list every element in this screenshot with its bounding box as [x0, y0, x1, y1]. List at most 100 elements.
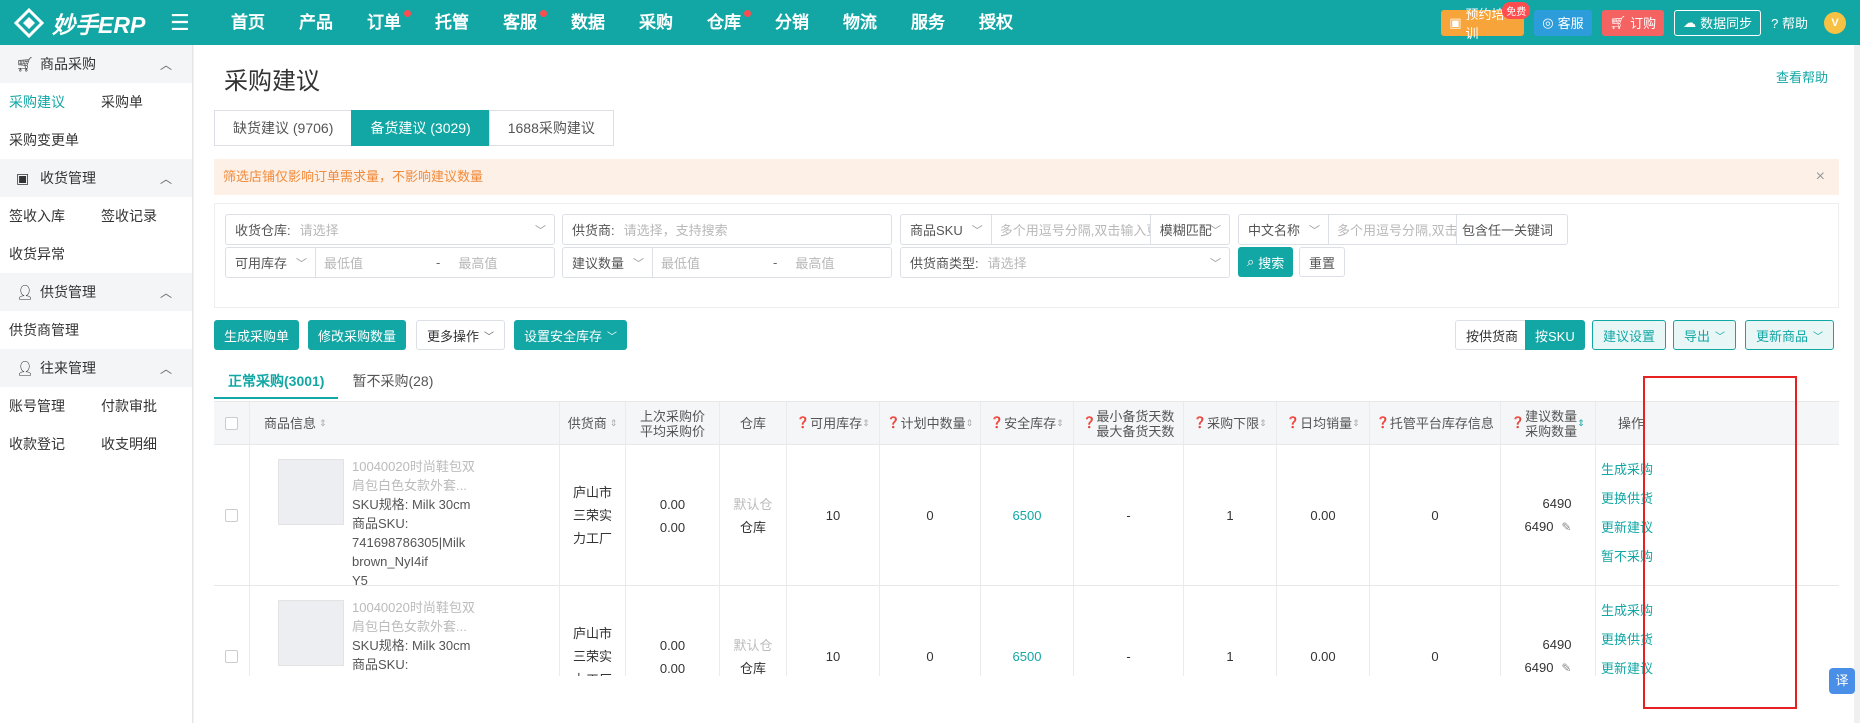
by-supplier-toggle[interactable]: 按供货商	[1455, 320, 1530, 350]
th-hosted-stock[interactable]: ❓ 托管平台库存信息	[1370, 402, 1501, 445]
sync-label: 数据同步	[1700, 16, 1753, 31]
nav-item-9[interactable]: 物流	[830, 0, 898, 45]
edit-icon[interactable]: ✎	[1561, 661, 1571, 675]
th-product[interactable]: 商品信息 ⇕	[250, 402, 560, 445]
warehouse-name: 默认仓	[733, 496, 773, 512]
search-button[interactable]: ⌕ 搜索	[1238, 247, 1294, 277]
nav-item-3[interactable]: 托管	[422, 0, 490, 45]
stock-min-input[interactable]: 最低值	[316, 253, 436, 272]
stock-max-input[interactable]: 最高值	[458, 253, 497, 272]
th-days[interactable]: ❓ 最小备货天数 最大备货天数	[1074, 402, 1184, 445]
sidebar-item[interactable]: 付款审批	[92, 396, 184, 416]
select-all-checkbox[interactable]	[225, 417, 238, 430]
sku-filter[interactable]: 商品SKU ﹀ 多个用逗号分隔,双击输入更多 模糊匹配 ﹀	[900, 214, 1230, 245]
sidebar-group-1[interactable]: ▣ 收货管理 ︿	[0, 159, 192, 197]
close-icon[interactable]: ×	[1816, 159, 1825, 195]
tab-skip-purchase[interactable]: 暂不采购(28)	[338, 363, 447, 399]
sidebar-item[interactable]: 采购单	[92, 92, 184, 112]
supplier-select[interactable]: 供货商: 请选择，支持搜索	[562, 214, 892, 245]
suggest-settings-button[interactable]: 建议设置	[1592, 320, 1667, 350]
sidebar-item[interactable]: 采购建议	[0, 92, 92, 112]
th-suggest[interactable]: ❓ 建议数量 采购数量 ⇕	[1501, 402, 1596, 445]
suggest-range-filter[interactable]: 建议数量 ﹀ 最低值 - 最高值	[562, 247, 892, 278]
sidebar-item[interactable]: 签收入库	[0, 206, 92, 226]
sidebar-item[interactable]: 签收记录	[92, 206, 184, 226]
nav-item-6[interactable]: 采购	[626, 0, 694, 45]
modify-qty-button[interactable]: 修改采购数量	[308, 320, 407, 350]
sidebar-group-0[interactable]: 🛒︎ 商品采购 ︿	[0, 45, 192, 83]
training-button[interactable]: ▣ 预约培训 免费	[1441, 1, 1531, 41]
product-title[interactable]: 10040020时尚鞋包双	[352, 457, 522, 476]
th-planned[interactable]: ❓ 计划中数量 ⇕	[880, 402, 981, 445]
nav-item-11[interactable]: 授权	[966, 0, 1034, 45]
view-help-link[interactable]: 查看帮助	[1776, 67, 1828, 86]
safety-stock-link[interactable]: 6500	[981, 586, 1074, 676]
name-type-select[interactable]: 中文名称	[1239, 220, 1309, 239]
subscribe-button[interactable]: 🛒︎ 订购	[1601, 9, 1665, 36]
sku-type-select[interactable]: 商品SKU	[901, 220, 972, 239]
nav-item-10[interactable]: 服务	[898, 0, 966, 45]
reset-button[interactable]: 重置	[1299, 247, 1346, 277]
keyword-select[interactable]: 包含任一关键词	[1457, 220, 1558, 239]
suggest-select[interactable]: 建议数量	[563, 253, 633, 272]
nav-item-2[interactable]: 订单	[354, 0, 422, 45]
th-safety[interactable]: ❓ 安全库存 ⇕	[981, 402, 1074, 445]
product-thumbnail[interactable]	[278, 459, 344, 525]
th-supplier[interactable]: 供货商 ⇕	[560, 402, 626, 445]
export-dropdown[interactable]: 导出 ﹀	[1673, 320, 1737, 350]
nav-item-0[interactable]: 首页	[218, 0, 286, 45]
vertical-scrollbar[interactable]	[1854, 45, 1860, 723]
tab-normal-purchase[interactable]: 正常采购(3001)	[214, 363, 339, 399]
avatar[interactable]: V	[1824, 11, 1846, 34]
update-goods-dropdown[interactable]: 更新商品 ﹀	[1745, 320, 1835, 350]
edit-icon[interactable]: ✎	[1561, 520, 1571, 534]
sidebar-item[interactable]: 收支明细	[92, 434, 184, 454]
nav-item-7[interactable]: 仓库	[694, 0, 762, 45]
suggest-max-input[interactable]: 最高值	[795, 253, 834, 272]
sidebar-item[interactable]: 供货商管理	[0, 320, 92, 340]
sidebar-item[interactable]: 采购变更单	[0, 130, 92, 150]
translate-button[interactable]: 译	[1829, 668, 1855, 694]
tab-1688[interactable]: 1688采购建议	[488, 110, 614, 146]
supplier-type-select[interactable]: 供货商类型: 请选择 ﹀	[900, 247, 1230, 278]
product-title[interactable]: 10040020时尚鞋包双	[352, 598, 522, 617]
product-thumbnail[interactable]	[278, 600, 344, 666]
nav-item-5[interactable]: 数据	[558, 0, 626, 45]
name-filter[interactable]: 中文名称 ﹀ 多个用逗号分隔,双击输入 包含任一关键词	[1238, 214, 1568, 245]
row-checkbox[interactable]	[225, 650, 238, 663]
sku-spec-label: SKU规格:	[352, 497, 409, 512]
tab-shortage[interactable]: 缺货建议 (9706)	[214, 110, 353, 146]
warehouse-select[interactable]: 收货仓库: 请选择 ﹀	[225, 214, 555, 245]
menu-toggle-icon[interactable]: ☰	[170, 10, 198, 36]
logo-icon	[14, 7, 44, 38]
th-lower-limit[interactable]: ❓ 采购下限 ⇕	[1184, 402, 1277, 445]
suggest-min-input[interactable]: 最低值	[653, 253, 773, 272]
th-daily-sales[interactable]: ❓ 日均销量 ⇕	[1277, 402, 1370, 445]
create-po-button[interactable]: 生成采购单	[214, 320, 300, 350]
sidebar-item[interactable]: 账号管理	[0, 396, 92, 416]
sort-icon: ⇕	[609, 418, 618, 428]
stock-select[interactable]: 可用库存	[226, 253, 296, 272]
nav-item-8[interactable]: 分销	[762, 0, 830, 45]
more-actions-dropdown[interactable]: 更多操作 ﹀	[416, 320, 506, 350]
sku-input[interactable]: 多个用逗号分隔,双击输入更多	[992, 220, 1150, 239]
name-input[interactable]: 多个用逗号分隔,双击输入	[1329, 220, 1456, 239]
by-sku-toggle[interactable]: 按SKU	[1525, 320, 1585, 350]
service-button[interactable]: ◎ 客服	[1534, 9, 1592, 36]
safety-stock-link[interactable]: 6500	[981, 445, 1074, 586]
nav-item-label: 仓库	[707, 13, 741, 32]
sidebar-item[interactable]: 收货异常	[0, 244, 92, 264]
tab-stockup[interactable]: 备货建议 (3029)	[351, 110, 490, 146]
nav-item-4[interactable]: 客服	[490, 0, 558, 45]
sidebar-group-2[interactable]: 👤︎ 供货管理 ︿	[0, 273, 192, 311]
safety-stock-dropdown[interactable]: 设置安全库存 ﹀	[514, 320, 628, 350]
sidebar-item[interactable]: 收款登记	[0, 434, 92, 454]
nav-item-1[interactable]: 产品	[286, 0, 354, 45]
stock-range-filter[interactable]: 可用库存 ﹀ 最低值 - 最高值	[225, 247, 555, 278]
row-checkbox[interactable]	[225, 509, 238, 522]
th-avail-stock[interactable]: ❓ 可用库存 ⇕	[787, 402, 880, 445]
app-logo[interactable]: 妙手ERP	[0, 6, 170, 40]
help-link[interactable]: ? 帮助	[1771, 13, 1808, 32]
data-sync-button[interactable]: ☁ 数据同步	[1674, 9, 1762, 36]
sidebar-group-3[interactable]: 👤︎ 往来管理 ︿	[0, 349, 192, 387]
